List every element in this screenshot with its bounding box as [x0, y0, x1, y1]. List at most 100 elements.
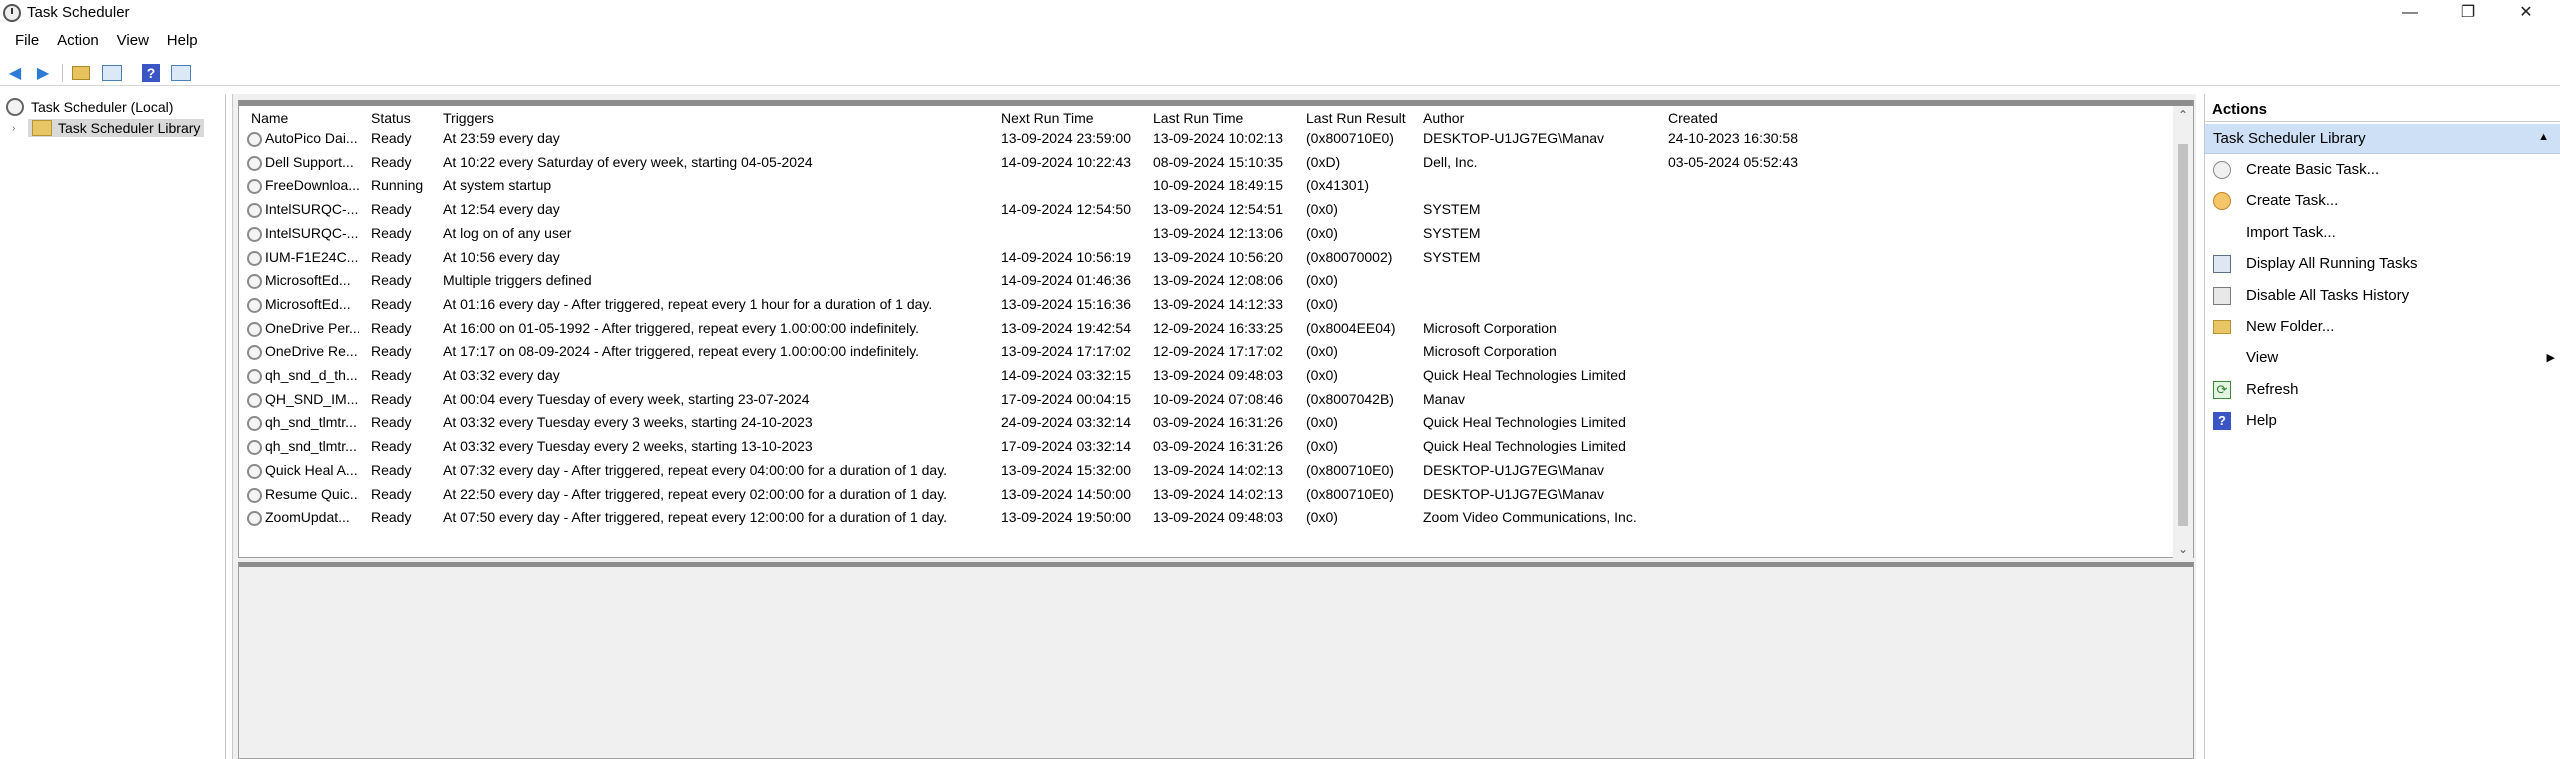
- action-disable-all-tasks-history[interactable]: Disable All Tasks History: [2205, 282, 2560, 310]
- task-created: 24-10-2023 16:30:58: [1668, 130, 1798, 146]
- task-row[interactable]: FreeDownloa... Running At system startup 10…: [239, 174, 2169, 198]
- menu-help[interactable]: Help: [160, 30, 205, 49]
- action-refresh[interactable]: ⟳ Refresh: [2205, 376, 2560, 404]
- task-triggers: At 10:22 every Saturday of every week, s…: [443, 153, 813, 170]
- task-status: Ready: [371, 224, 412, 241]
- expand-chevron-icon[interactable]: ›: [12, 123, 22, 134]
- menu-file[interactable]: File: [0, 30, 46, 49]
- task-row[interactable]: AutoPico Dai... Ready At 23:59 every day 13…: [239, 127, 2169, 151]
- action-view[interactable]: View ▶: [2205, 344, 2560, 372]
- show-hide-console-tree-icon[interactable]: [101, 62, 123, 84]
- console-tree: Task Scheduler (Local) › Task Scheduler …: [0, 94, 226, 759]
- task-last-run-result: (0x8004EE04): [1306, 319, 1396, 336]
- task-status: Running: [371, 177, 424, 194]
- action-create-task[interactable]: Create Task...: [2205, 187, 2560, 215]
- task-row[interactable]: QH_SND_IM... Ready At 00:04 every Tuesday …: [239, 388, 2169, 412]
- task-triggers: At 00:04 every Tuesday of every week, st…: [443, 390, 810, 407]
- tree-item-library[interactable]: › Task Scheduler Library: [12, 118, 205, 138]
- tree-item-local-label: Task Scheduler (Local): [31, 99, 174, 115]
- back-arrow-icon[interactable]: ◀: [4, 62, 26, 84]
- task-last-run-result: (0xD): [1306, 153, 1341, 170]
- task-clock-icon: [247, 440, 262, 456]
- actions-title: Actions: [2205, 96, 2560, 122]
- task-status: Ready: [371, 461, 412, 478]
- task-last-run-result: (0x800710E0): [1306, 485, 1394, 502]
- task-name: qh_snd_d_th...: [265, 367, 358, 383]
- task-last-run-time: 13-09-2024 09:48:03: [1153, 367, 1283, 383]
- task-author: DESKTOP-U1JG7EG\Manav: [1423, 485, 1605, 502]
- task-clock-icon: [247, 416, 262, 432]
- vertical-scrollbar[interactable]: ⌃ ⌄: [2173, 106, 2193, 558]
- task-status: Ready: [371, 438, 412, 455]
- task-last-run-time: 12-09-2024 16:33:25: [1153, 319, 1283, 336]
- task-last-run-result: (0x0): [1306, 367, 1338, 383]
- task-clock-icon: [247, 155, 262, 171]
- forward-arrow-icon[interactable]: ▶: [32, 62, 54, 84]
- task-next-run-time: 14-09-2024 01:46:36: [1001, 272, 1131, 289]
- scroll-down-arrow-icon[interactable]: ⌄: [2173, 542, 2193, 556]
- menu-action[interactable]: Action: [50, 30, 106, 49]
- task-last-run-result: (0x80070002): [1306, 248, 1393, 265]
- task-next-run-time: 13-09-2024 23:59:00: [1001, 130, 1131, 146]
- task-scheduler-app-icon: [3, 4, 21, 22]
- task-status: Ready: [371, 485, 412, 502]
- tree-item-local[interactable]: Task Scheduler (Local): [6, 97, 173, 117]
- task-name: Dell Support...: [265, 153, 354, 170]
- collapse-arrow-icon[interactable]: ▲: [2538, 131, 2549, 143]
- task-row[interactable]: Dell Support... Ready At 10:22 every Satur…: [239, 151, 2169, 175]
- task-last-run-time: 13-09-2024 12:08:06: [1153, 272, 1283, 289]
- task-author: SYSTEM: [1423, 224, 1481, 241]
- task-row[interactable]: Resume Quic... Ready At 22:50 every day - …: [239, 483, 2169, 507]
- task-row[interactable]: qh_snd_tlmtr... Ready At 03:32 every Tuesd…: [239, 435, 2169, 459]
- up-folder-icon[interactable]: [70, 62, 92, 84]
- task-row[interactable]: ZoomUpdat... Ready At 07:50 every day - Af…: [239, 506, 2169, 530]
- minimize-button[interactable]: —: [2380, 0, 2440, 26]
- task-name: MicrosoftEd...: [265, 295, 351, 312]
- action-display-all-running-tasks[interactable]: Display All Running Tasks: [2205, 250, 2560, 278]
- task-last-run-result: (0x8007042B): [1306, 390, 1394, 407]
- task-triggers: At 03:32 every Tuesday every 2 weeks, st…: [443, 438, 813, 455]
- action-import-task[interactable]: Import Task...: [2205, 219, 2560, 247]
- task-row[interactable]: IntelSURQC-... Ready At log on of any user…: [239, 222, 2169, 246]
- task-row[interactable]: MicrosoftEd... Ready Multiple triggers def…: [239, 269, 2169, 293]
- task-author: DESKTOP-U1JG7EG\Manav: [1423, 130, 1605, 146]
- task-last-run-result: (0x800710E0): [1306, 461, 1394, 478]
- task-next-run-time: 24-09-2024 03:32:14: [1001, 414, 1131, 431]
- task-last-run-time: 10-09-2024 18:49:15: [1153, 177, 1283, 194]
- task-triggers: At 03:32 every day: [443, 367, 560, 383]
- task-row[interactable]: IUM-F1E24C... Ready At 10:56 every day 14-0…: [239, 246, 2169, 270]
- action-help[interactable]: ? Help: [2205, 407, 2560, 435]
- task-last-run-time: 13-09-2024 10:56:20: [1153, 248, 1283, 265]
- task-created: 03-05-2024 05:52:43: [1668, 153, 1798, 170]
- task-list[interactable]: Name Status Triggers Next Run Time Last …: [238, 100, 2194, 558]
- action-new-folder[interactable]: New Folder...: [2205, 313, 2560, 341]
- task-name: FreeDownloa...: [265, 177, 359, 194]
- submenu-arrow-icon: ▶: [2546, 352, 2555, 365]
- show-hide-action-pane-icon[interactable]: [170, 62, 192, 84]
- task-row[interactable]: OneDrive Re... Ready At 17:17 on 08-09-202…: [239, 340, 2169, 364]
- task-clock-icon: [247, 369, 262, 384]
- task-row[interactable]: IntelSURQC-... Ready At 12:54 every day 14-…: [239, 198, 2169, 222]
- task-next-run-time: 17-09-2024 03:32:14: [1001, 438, 1131, 455]
- task-row[interactable]: OneDrive Per... Ready At 16:00 on 01-05-19…: [239, 317, 2169, 341]
- task-name: qh_snd_tlmtr...: [265, 414, 357, 431]
- close-button[interactable]: ✕: [2496, 0, 2556, 26]
- task-status: Ready: [371, 295, 412, 312]
- toolbar: ◀ ▶ ?: [0, 60, 2560, 86]
- task-row[interactable]: qh_snd_d_th... Ready At 03:32 every day 14-…: [239, 364, 2169, 388]
- task-row[interactable]: MicrosoftEd... Ready At 01:16 every day - …: [239, 293, 2169, 317]
- restore-button[interactable]: ❐: [2438, 0, 2498, 26]
- menu-view[interactable]: View: [110, 30, 156, 49]
- action-create-basic-task[interactable]: Create Basic Task...: [2205, 156, 2560, 184]
- actions-section-library[interactable]: Task Scheduler Library ▲: [2205, 124, 2560, 154]
- task-row[interactable]: qh_snd_tlmtr... Ready At 03:32 every Tuesd…: [239, 411, 2169, 435]
- task-row[interactable]: Quick Heal A... Ready At 07:32 every day -…: [239, 459, 2169, 483]
- action-label: Refresh: [2246, 380, 2299, 398]
- task-name: IntelSURQC-...: [265, 201, 359, 218]
- task-name: QH_SND_IM...: [265, 390, 359, 407]
- scrollbar-thumb[interactable]: [2178, 144, 2188, 526]
- task-clock-icon: [247, 179, 262, 195]
- task-status: Ready: [371, 272, 412, 289]
- help-icon[interactable]: ?: [140, 62, 162, 84]
- scroll-up-arrow-icon[interactable]: ⌃: [2173, 108, 2193, 122]
